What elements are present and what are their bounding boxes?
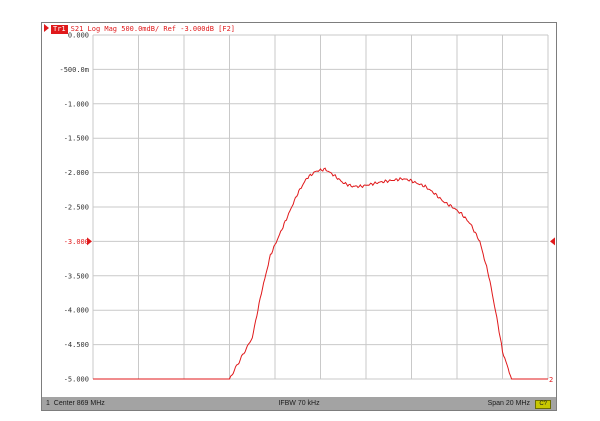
reference-level-left-marker-icon[interactable] — [87, 237, 92, 246]
y-tick-label: -2.500 — [64, 204, 89, 212]
active-trace-marker-icon — [44, 24, 49, 32]
channel-badge[interactable]: Tr1 — [51, 25, 68, 34]
status-center: 1 Center 869 MHz — [46, 397, 105, 410]
trace-info: S21 Log Mag 500.0mdB/ Ref -3.000dB [F2] — [70, 25, 236, 33]
trace-window: 0.000 -500.0m -1.000 -1.500 -2.000 -2.500 -3.0… — [41, 22, 557, 411]
y-tick-label: -4.500 — [64, 341, 89, 349]
y-tick-label: -1.500 — [64, 135, 89, 143]
trace-end-label: 2 — [549, 376, 553, 384]
y-tick-label: -4.000 — [64, 307, 89, 315]
reference-level-right-marker-icon[interactable] — [550, 237, 555, 246]
channel-number: 1 — [46, 400, 50, 407]
calibration-indicator[interactable]: C? — [535, 400, 551, 409]
span-value: Span 20 MHz — [487, 400, 530, 407]
y-tick-label: -2.000 — [64, 169, 89, 177]
center-frequency: Center 869 MHz — [53, 400, 105, 407]
trace-header: Tr1 S21 Log Mag 500.0mdB/ Ref -3.000dB [F… — [42, 23, 556, 36]
y-tick-label: -1.000 — [64, 100, 89, 108]
status-bar: 1 Center 869 MHz IFBW 70 kHz Span 20 MHz… — [42, 397, 556, 410]
y-tick-label: -3.500 — [64, 272, 89, 280]
ifbw-value: IFBW 70 kHz — [278, 400, 320, 407]
y-tick-label: -5.000 — [64, 376, 89, 384]
trace-plot: 0.000-500.0m-1.000-1.500-2.000-2.500-3.0… — [59, 32, 555, 384]
y-tick-label: -3.000 — [64, 238, 89, 246]
y-tick-label: -500.0m — [59, 66, 89, 74]
